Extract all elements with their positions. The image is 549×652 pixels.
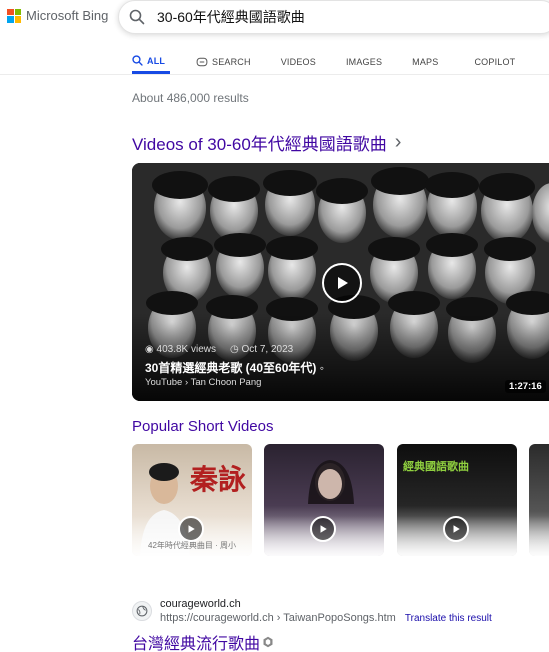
result-title[interactable]: 台灣經典流行歌曲: [132, 630, 549, 652]
play-icon: [188, 525, 195, 533]
site-url[interactable]: https://courageworld.ch › TaiwanPopoSong…: [160, 612, 396, 624]
tab-label: VIDEOS: [280, 57, 316, 67]
short-video-card[interactable]: [264, 444, 384, 556]
short-overlay-text: 經典國語歌曲: [403, 461, 469, 473]
play-button[interactable]: [322, 263, 362, 303]
play-icon: [453, 525, 460, 533]
tab-images[interactable]: IMAGES: [346, 50, 382, 74]
search-input[interactable]: [157, 9, 457, 25]
microsoft-logo-icon: [7, 8, 21, 23]
videos-section-title[interactable]: Videos of 30-60年代經典國語歌曲 ›: [132, 130, 401, 155]
video-duration: 1:27:16: [505, 380, 546, 393]
tab-maps[interactable]: MAPS: [412, 50, 438, 74]
tab-label: SEARCH: [212, 57, 251, 67]
copilot-search-icon: [196, 57, 208, 67]
short-video-card[interactable]: 經典國語歌曲: [397, 444, 517, 556]
tab-copilot[interactable]: COPILOT: [474, 50, 515, 74]
video-source: YouTube › Tan Choon Pang: [145, 377, 262, 388]
result-title-text: 台灣經典流行歌曲: [132, 636, 261, 652]
translate-link[interactable]: Translate this result: [405, 613, 492, 624]
videos-title-text: Videos of 30-60年代經典國語歌曲: [132, 135, 387, 154]
search-icon[interactable]: [129, 9, 145, 25]
play-icon: [338, 277, 348, 289]
nav-tabs: ALL SEARCH VIDEOS IMAGES MAPS COPILOT ⋮ …: [132, 50, 549, 74]
video-meta: ◉ 403.8K views ◷ Oct 7, 2023: [145, 344, 293, 355]
results-count: About 486,000 results: [132, 91, 249, 105]
play-button[interactable]: [443, 516, 469, 542]
logo-text: Microsoft Bing: [26, 8, 109, 23]
short-video-card[interactable]: [529, 444, 549, 556]
featured-video[interactable]: ◉ 403.8K views ◷ Oct 7, 2023 30首精選經典老歌 (…: [132, 163, 549, 401]
chevron-right-icon: ›: [394, 131, 402, 153]
site-row[interactable]: courageworld.ch https://courageworld.ch …: [132, 598, 549, 624]
tab-videos[interactable]: VIDEOS: [281, 50, 316, 74]
bing-logo[interactable]: Microsoft Bing: [7, 8, 108, 23]
header-divider: [0, 74, 549, 75]
tab-all[interactable]: ALL: [132, 50, 170, 74]
tab-label: COPILOT: [474, 57, 516, 67]
globe-icon: [132, 601, 152, 621]
site-name: courageworld.ch: [160, 598, 241, 610]
clock-icon: ◷: [230, 344, 239, 355]
eye-icon: ◉: [145, 344, 154, 355]
play-icon: [320, 525, 327, 533]
tab-search[interactable]: SEARCH: [196, 50, 251, 74]
shorts-section-title[interactable]: Popular Short Videos: [132, 418, 273, 435]
copilot-badge-icon: [263, 636, 273, 648]
tab-label: ALL: [147, 55, 166, 66]
search-box[interactable]: [118, 0, 549, 34]
play-button[interactable]: [310, 516, 336, 542]
tab-label: MAPS: [412, 57, 439, 67]
web-result: courageworld.ch https://courageworld.ch …: [132, 598, 549, 652]
views-count: ◉ 403.8K views: [145, 344, 216, 355]
upload-date: ◷ Oct 7, 2023: [230, 344, 294, 355]
short-fade: [529, 516, 549, 556]
search-icon: [132, 55, 143, 66]
short-video-card[interactable]: 秦詠 42年時代經典曲目 · 周小: [132, 444, 252, 556]
play-button[interactable]: [178, 516, 204, 542]
site-url-row: https://courageworld.ch › TaiwanPopoSong…: [160, 612, 492, 624]
video-title[interactable]: 30首精選經典老歌 (40至60年代) ◦: [145, 359, 324, 376]
tab-label: IMAGES: [345, 57, 383, 67]
